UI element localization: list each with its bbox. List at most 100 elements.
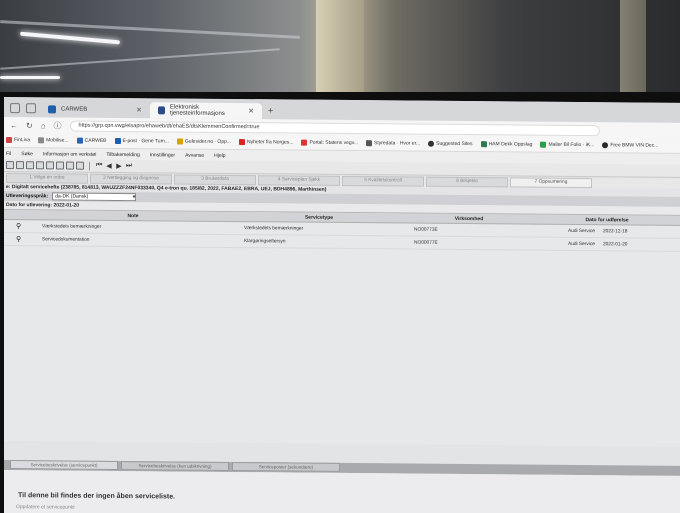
- update-service-link[interactable]: Oppdatere et servicepunkt: [16, 504, 75, 511]
- magnifier-icon[interactable]: ⚲: [4, 222, 32, 230]
- bookmark-label: Mobilise...: [46, 137, 69, 144]
- menu-item-informasjon[interactable]: Informasjon om verkstøi: [43, 151, 96, 157]
- bookmark-item[interactable]: Mailer Bil Folio · iK...: [540, 141, 595, 149]
- tab-serviceposter[interactable]: Serviceposter (sekundære): [232, 461, 340, 472]
- tab-udskrivning[interactable]: Servicebeskrivelse (kun udskrivning): [121, 461, 229, 471]
- bookmark-label: Free BMW VIN Dec...: [610, 142, 659, 149]
- last-page-icon[interactable]: ⏭: [125, 162, 133, 170]
- bookmark-label: FinLiva: [14, 137, 31, 144]
- pillar: [316, 0, 364, 100]
- ceiling-lamp: [0, 76, 60, 79]
- bookmark-item[interactable]: Suggested Sites: [428, 140, 473, 148]
- bookmark-item[interactable]: Nyheter fra Norges...: [239, 139, 294, 146]
- prev-page-icon[interactable]: ◀: [105, 162, 113, 170]
- bookmark-item[interactable]: Free BMW VIN Dec...: [602, 142, 659, 149]
- refresh-icon[interactable]: ↻: [26, 121, 33, 130]
- row-note: Servicedokumentation: [42, 236, 90, 243]
- tab-label: Elektronisk tjenesteinformasjons: [169, 104, 225, 117]
- menu-item-hjelp[interactable]: Hjelp: [214, 152, 225, 158]
- bookmark-label: Portal: Statens vegv...: [309, 139, 358, 147]
- bookmark-item[interactable]: Portal: Statens vegv...: [301, 139, 358, 147]
- bookmark-item[interactable]: HAM Dekk Oppslag: [480, 141, 533, 148]
- row-date: 2022-12-18: [602, 228, 628, 234]
- settings-icon[interactable]: [76, 161, 84, 170]
- new-tab-plus-icon[interactable]: +: [268, 105, 273, 115]
- bookmark-label: Mailer Bil Folio · iK...: [548, 141, 595, 149]
- photo-scene: CARWEB ✕ Elektronisk tjenesteinformasjon…: [0, 0, 680, 513]
- delete-icon[interactable]: [36, 161, 44, 170]
- row-servicetype: Værkstedets bemærkninger: [244, 225, 304, 232]
- column-header-note[interactable]: Note: [32, 210, 234, 221]
- close-icon[interactable]: ✕: [248, 107, 254, 115]
- row-date-cell: Audi Service 2022-12-18: [534, 228, 680, 234]
- bookmark-item[interactable]: E-post · Gene Tum...: [114, 137, 169, 145]
- bookmark-label: Nyheter fra Norges...: [247, 139, 294, 146]
- carweb-favicon-icon: [48, 105, 56, 114]
- tab-label: CARWEB: [61, 106, 88, 113]
- row-date: 2022-01-20: [602, 241, 628, 247]
- menu-item-soke[interactable]: Søke: [21, 151, 33, 157]
- step-tab[interactable]: 2 Nettlegging og diagnose: [90, 173, 172, 185]
- monitor-screen: CARWEB ✕ Elektronisk tjenesteinformasjon…: [4, 97, 680, 513]
- menu-item-tilbakemelding[interactable]: Tilbakemelding: [106, 151, 139, 157]
- no-service-list-message: Til denne bil findes der ingen åben serv…: [18, 492, 176, 501]
- service-table: Note Servicetype Virksomhed Dato for udf…: [4, 209, 680, 447]
- site-info-icon[interactable]: ⓘ: [54, 120, 62, 131]
- row-company: NO00077E: [414, 240, 438, 246]
- bookmark-item[interactable]: Styredata · Hvor er...: [366, 140, 421, 147]
- open-icon[interactable]: [16, 161, 24, 170]
- first-page-icon[interactable]: ⏮: [95, 162, 103, 170]
- magnifier-icon[interactable]: ⚲: [4, 235, 32, 243]
- browser-tab-elsa[interactable]: Elektronisk tjenesteinformasjons ✕: [150, 102, 262, 120]
- bookmark-item[interactable]: FinLiva: [6, 137, 30, 143]
- step-tab[interactable]: 6 Bilsjekkt: [426, 176, 508, 188]
- menu-item-innstillinger[interactable]: Innstillinger: [150, 152, 175, 158]
- vw-favicon-icon: [158, 106, 165, 115]
- bookmark-item[interactable]: CARWEB: [76, 137, 107, 144]
- browser-tab-carweb[interactable]: CARWEB ✕: [40, 101, 150, 118]
- pillar: [620, 0, 646, 100]
- bookmark-label: E-post · Gene Tum...: [122, 138, 169, 145]
- save-icon[interactable]: [66, 161, 74, 170]
- bookmark-label: CARWEB: [84, 137, 107, 144]
- step-tab[interactable]: 5 Kvalitetskontroll: [342, 175, 424, 187]
- column-header-company[interactable]: Virksomhed: [404, 213, 534, 223]
- home-icon[interactable]: ⌂: [41, 121, 46, 130]
- chevron-down-icon: ▾: [132, 194, 136, 201]
- bookmark-label: Suggested Sites: [436, 140, 473, 148]
- tab-servicebeskrivelse[interactable]: Servicebeskrivelse (servicepunkt): [10, 460, 118, 470]
- row-service: Audi Service: [568, 228, 595, 234]
- language-value: da-DK (Dansk): [55, 193, 89, 200]
- bookmark-item[interactable]: Gulesider.no · Opp...: [176, 138, 232, 145]
- step-tab-active[interactable]: 7 Oppsumering: [510, 177, 592, 189]
- column-header-date[interactable]: Dato for udførelse: [534, 215, 680, 225]
- header-spacer: [4, 210, 32, 219]
- bookmark-item[interactable]: Mobilise...: [38, 137, 69, 144]
- language-label: Utleveringsspråk:: [6, 193, 49, 200]
- workspaces-icon[interactable]: [10, 103, 20, 114]
- tab-actions-icon[interactable]: [26, 103, 36, 114]
- room-background: [0, 0, 680, 100]
- new-order-icon[interactable]: [6, 161, 14, 170]
- column-header-servicetype[interactable]: Servicetype: [234, 212, 404, 222]
- language-select[interactable]: da-DK (Dansk) ▾: [52, 192, 137, 202]
- step-tab[interactable]: 4 Serviceplan Sjekk: [258, 175, 340, 186]
- ceiling-beam: [0, 48, 280, 70]
- row-servicetype: Klargøringseftersyn: [244, 238, 286, 244]
- bookmark-label: Styredata · Hvor er...: [374, 140, 421, 147]
- row-company: NO00773E: [414, 227, 438, 233]
- next-page-icon[interactable]: ▶: [115, 162, 123, 170]
- close-icon[interactable]: ✕: [136, 106, 142, 114]
- bookmark-label: HAM Dekk Oppslag: [488, 141, 533, 148]
- row-service: Audi Service: [568, 241, 595, 247]
- back-arrow-icon[interactable]: ←: [10, 121, 18, 130]
- edit-icon[interactable]: [56, 161, 64, 170]
- search-icon[interactable]: [26, 161, 34, 170]
- service-list-panel: Til denne bil findes der ingen åben serv…: [4, 470, 680, 513]
- ceiling-lamp: [20, 31, 120, 45]
- menu-item-fil[interactable]: Fil: [6, 151, 11, 157]
- step-tab[interactable]: 3 Brukerdata: [174, 174, 256, 186]
- menu-item-avvanse[interactable]: Avvanse: [185, 152, 204, 158]
- print-icon[interactable]: [46, 161, 54, 170]
- bookmark-label: Gulesider.no · Opp...: [184, 138, 232, 145]
